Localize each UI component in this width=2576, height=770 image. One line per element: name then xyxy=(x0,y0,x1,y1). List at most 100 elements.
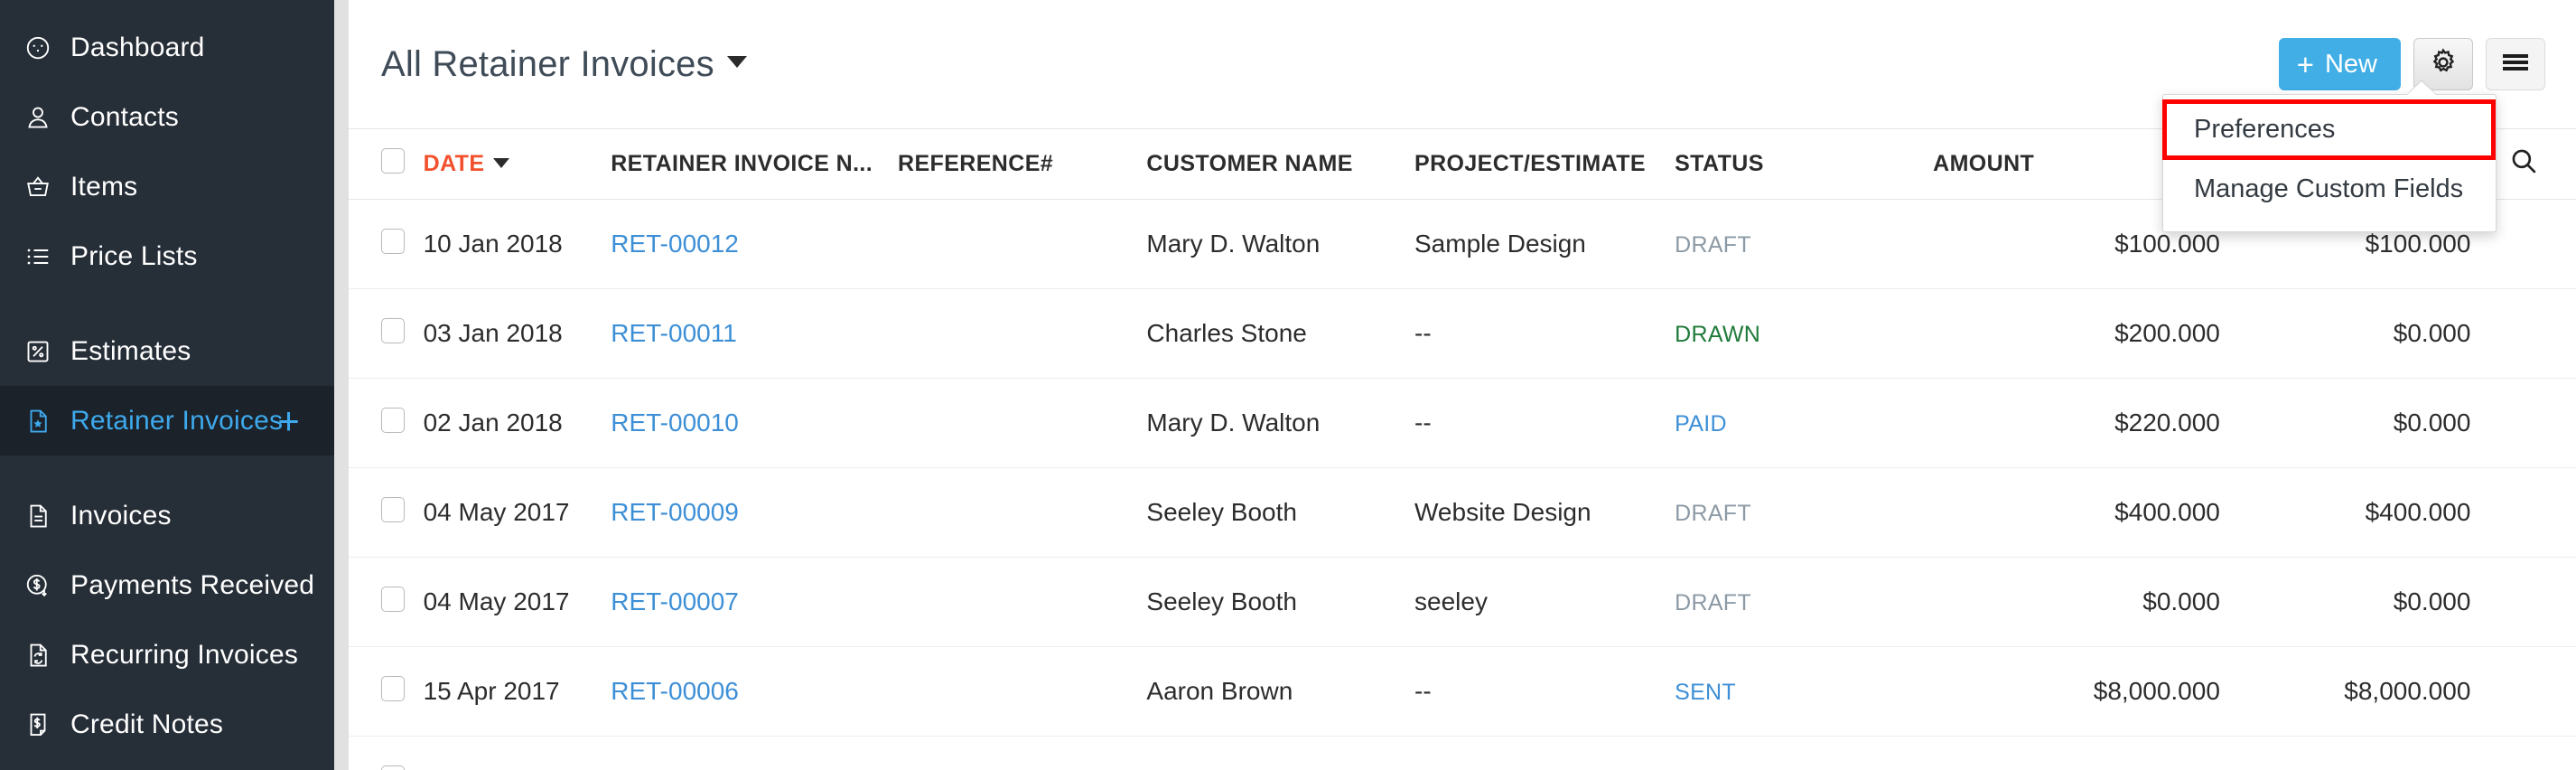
table-row[interactable]: 02 Jan 2018RET-00010Mary D. Walton--PAID… xyxy=(349,379,2576,468)
cell-retainer-invoice-number: RET-00005 xyxy=(611,737,898,770)
dropdown-item-preferences[interactable]: Preferences xyxy=(2162,99,2496,160)
row-checkbox[interactable] xyxy=(381,408,405,433)
row-select-cell xyxy=(349,647,424,737)
select-all-header xyxy=(349,129,424,200)
plus-icon: + xyxy=(2297,50,2314,80)
retainer-invoice-link[interactable]: RET-00010 xyxy=(611,408,739,437)
invoice-icon xyxy=(18,496,58,536)
column-header-project-estimate[interactable]: PROJECT/ESTIMATE xyxy=(1414,129,1675,200)
sidebar-item-label: Dashboard xyxy=(70,34,205,61)
search-icon xyxy=(2508,146,2539,183)
table-row[interactable]: 15 Apr 2017RET-00006Aaron Brown--SENT$8,… xyxy=(349,647,2576,737)
sidebar-item-items[interactable]: Items xyxy=(0,152,334,221)
cell-row-actions xyxy=(2470,468,2576,558)
row-checkbox[interactable] xyxy=(381,318,405,343)
sidebar-item-dashboard[interactable]: Dashboard xyxy=(0,13,334,82)
cell-amount: $8,000.000 xyxy=(1933,647,2220,737)
cell-retainer-invoice-number: RET-00007 xyxy=(611,558,898,647)
cell-row-actions xyxy=(2470,737,2576,770)
sidebar-item-estimates[interactable]: Estimates xyxy=(0,316,334,386)
cell-retainer-invoice-number: RET-00009 xyxy=(611,468,898,558)
app-root: Dashboard Contacts Items Price Lists Estimat… xyxy=(0,0,2576,770)
row-checkbox[interactable] xyxy=(381,229,405,254)
table-row[interactable]: 04 May 2017RET-00009Seeley BoothWebsite … xyxy=(349,468,2576,558)
row-checkbox[interactable] xyxy=(381,587,405,612)
page-title: All Retainer Invoices xyxy=(381,44,747,85)
cell-project-estimate: -- xyxy=(1414,647,1675,737)
sidebar-item-price-lists[interactable]: Price Lists xyxy=(0,221,334,291)
sidebar-item-label: Contacts xyxy=(70,104,179,131)
table-row[interactable]: 03 Jan 2018RET-00011Charles Stone--DRAWN… xyxy=(349,289,2576,379)
new-button[interactable]: + New xyxy=(2279,38,2401,90)
sidebar-item-label: Recurring Invoices xyxy=(70,642,298,669)
retainer-invoice-link[interactable]: RET-00005 xyxy=(611,766,739,770)
sidebar-item-label: Credit Notes xyxy=(70,711,223,738)
sidebar-item-credit-notes[interactable]: Credit Notes xyxy=(0,690,334,759)
sidebar-item-recurring-invoices[interactable]: Recurring Invoices xyxy=(0,620,334,690)
cell-project-estimate: Sample Design xyxy=(1414,200,1675,289)
cell-status: DRAFT xyxy=(1675,468,1933,558)
retainer-invoice-link[interactable]: RET-00011 xyxy=(611,319,737,347)
settings-dropdown-menu: PreferencesManage Custom Fields xyxy=(2162,94,2497,232)
table-row[interactable]: 04 May 2017RET-00007Seeley BoothseeleyDR… xyxy=(349,558,2576,647)
row-checkbox[interactable] xyxy=(381,765,405,770)
retainer-invoice-link[interactable]: RET-00007 xyxy=(611,587,739,615)
column-header-date-label: DATE xyxy=(424,151,485,176)
cell-project-estimate: -- xyxy=(1414,289,1675,379)
cell-row-actions xyxy=(2470,647,2576,737)
sidebar-separator xyxy=(0,455,334,481)
menu-button[interactable] xyxy=(2486,38,2545,90)
cell-retainer-invoice-number: RET-00010 xyxy=(611,379,898,468)
cell-amount: $200.000 xyxy=(1933,289,2220,379)
retainer-invoice-link[interactable]: RET-00006 xyxy=(611,677,739,705)
column-header-reference[interactable]: REFERENCE# xyxy=(898,129,1146,200)
page-header: All Retainer Invoices + New xyxy=(349,0,2576,128)
column-header-customer-name[interactable]: CUSTOMER NAME xyxy=(1146,129,1414,200)
cell-date: 15 Apr 2017 xyxy=(424,647,611,737)
cell-retainer-invoice-number: RET-00012 xyxy=(611,200,898,289)
retainer-invoice-link[interactable]: RET-00012 xyxy=(611,230,739,258)
cell-status: SENT xyxy=(1675,647,1933,737)
cell-customer-name: Mary D. Walton xyxy=(1146,379,1414,468)
hamburger-icon xyxy=(2500,51,2531,79)
dropdown-item-manage-custom-fields[interactable]: Manage Custom Fields xyxy=(2163,160,2496,219)
retainer-invoice-link[interactable]: RET-00009 xyxy=(611,498,739,526)
status-badge: DRAFT xyxy=(1675,501,1751,526)
cell-balance-due: $0.000 xyxy=(2220,737,2471,770)
row-select-cell xyxy=(349,468,424,558)
column-header-status[interactable]: STATUS xyxy=(1675,129,1933,200)
cell-row-actions xyxy=(2470,379,2576,468)
sidebar-item-payments-received[interactable]: Payments Received xyxy=(0,550,334,620)
chevron-down-icon[interactable] xyxy=(727,56,747,68)
person-icon xyxy=(18,98,58,137)
cell-project-estimate: -- xyxy=(1414,379,1675,468)
row-select-cell xyxy=(349,558,424,647)
cell-customer-name: Seeley Booth xyxy=(1146,468,1414,558)
sidebar-item-invoices[interactable]: Invoices xyxy=(0,481,334,550)
new-button-label: New xyxy=(2325,50,2377,80)
main-content: All Retainer Invoices + New xyxy=(349,0,2576,770)
recurring-icon xyxy=(18,635,58,675)
select-all-checkbox[interactable] xyxy=(381,148,405,174)
cell-reference xyxy=(898,200,1146,289)
sidebar-item-contacts[interactable]: Contacts xyxy=(0,82,334,152)
cell-customer-name: Mary D. Walton xyxy=(1146,200,1414,289)
status-badge: DRAWN xyxy=(1675,322,1760,347)
column-header-date[interactable]: DATE xyxy=(424,129,611,200)
page-title-text: All Retainer Invoices xyxy=(381,44,714,84)
sidebar-item-label: Price Lists xyxy=(70,243,198,270)
gear-icon xyxy=(2428,47,2459,82)
sidebar-item-label: Estimates xyxy=(70,338,191,365)
sidebar-add-retainer-invoice-icon[interactable]: + xyxy=(277,402,300,440)
cell-balance-due: $400.000 xyxy=(2220,468,2471,558)
cell-date: 02 Jan 2018 xyxy=(424,379,611,468)
sidebar-item-retainer-invoices[interactable]: Retainer Invoices+ xyxy=(0,386,334,455)
sidebar-separator xyxy=(0,291,334,316)
list-icon xyxy=(18,237,58,277)
table-row[interactable]: 30 Mar 2017RET-00005Mary D. Walton--DRAW… xyxy=(349,737,2576,770)
column-header-retainer-invoice-number[interactable]: RETAINER INVOICE N... xyxy=(611,129,898,200)
table-body: 10 Jan 2018RET-00012Mary D. WaltonSample… xyxy=(349,200,2576,770)
credit-note-icon xyxy=(18,705,58,745)
row-checkbox[interactable] xyxy=(381,497,405,522)
row-checkbox[interactable] xyxy=(381,676,405,701)
